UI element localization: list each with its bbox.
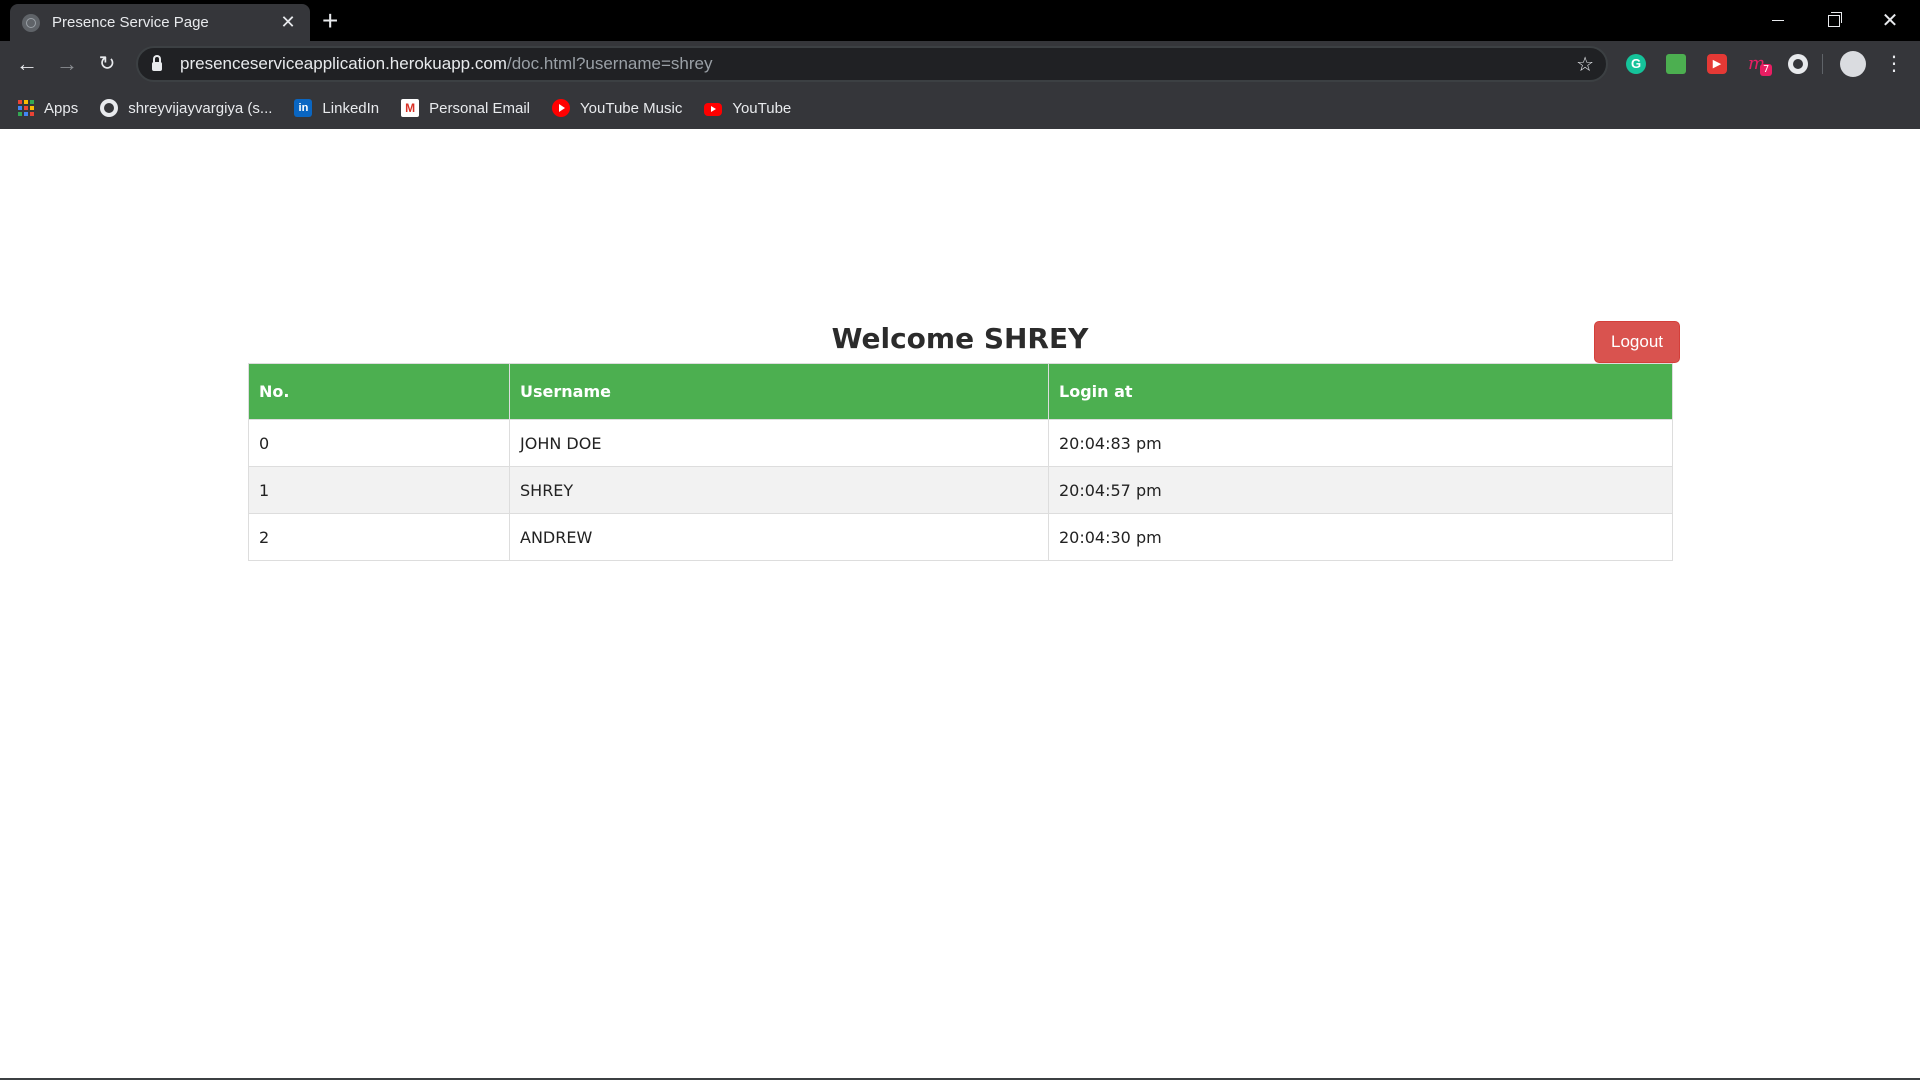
github-icon	[100, 99, 119, 117]
bookmark-label: YouTube Music	[580, 99, 683, 117]
forward-arrow-icon[interactable]: →	[52, 49, 82, 79]
globe-icon	[22, 13, 40, 32]
window-restore-button[interactable]	[1806, 0, 1862, 41]
red-extension-icon[interactable]: ▶	[1707, 54, 1727, 74]
table-row: 0 JOHN DOE 20:04:83 pm	[248, 419, 1673, 467]
cell-login-at: 20:04:83 pm	[1048, 419, 1673, 467]
table-header-row: No. Username Login at	[248, 363, 1673, 420]
bookmark-label: LinkedIn	[322, 99, 380, 117]
bookmark-apps[interactable]: Apps	[18, 100, 78, 117]
bookmark-github[interactable]: shreyvijayvargiya (s...	[100, 99, 272, 117]
url-path: /doc.html?username=shrey	[506, 54, 713, 73]
logout-button[interactable]: Logout	[1594, 321, 1680, 363]
back-arrow-icon[interactable]: ←	[12, 49, 42, 79]
bookmark-personal-email[interactable]: M Personal Email	[401, 99, 530, 117]
extension-badge: 7	[1760, 64, 1773, 76]
lock-icon[interactable]	[152, 55, 162, 71]
column-header-no: No.	[248, 363, 510, 420]
tab-title: Presence Service Page	[52, 14, 209, 31]
circle-extension-icon[interactable]	[1788, 54, 1808, 74]
linkedin-icon: in	[294, 99, 313, 117]
page-content: Welcome SHREY Logout No. Username Login …	[0, 129, 1920, 1080]
gmail-icon: M	[401, 99, 420, 117]
table-row: 1 SHREY 20:04:57 pm	[248, 466, 1673, 514]
page-title: Welcome SHREY	[831, 322, 1089, 355]
tab-close-icon[interactable]: ✕	[278, 12, 298, 33]
cell-no: 0	[248, 419, 510, 467]
bookmark-label: Personal Email	[429, 99, 531, 117]
mail-extension-icon[interactable]	[1666, 54, 1686, 74]
toolbar-divider	[1822, 54, 1823, 74]
restore-icon	[1828, 11, 1842, 27]
cell-username: ANDREW	[509, 513, 1049, 561]
tab-strip: Presence Service Page ✕ + ✕	[0, 0, 1920, 41]
bookmark-youtube[interactable]: YouTube	[704, 100, 791, 117]
profile-avatar[interactable]	[1840, 51, 1866, 77]
bookmark-label: YouTube	[732, 99, 792, 117]
cell-login-at: 20:04:57 pm	[1048, 466, 1673, 514]
minimize-icon	[1772, 20, 1784, 21]
presence-table: No. Username Login at 0 JOHN DOE 20:04:8…	[248, 363, 1673, 561]
cell-username: JOHN DOE	[509, 419, 1049, 467]
cell-login-at: 20:04:30 pm	[1048, 513, 1673, 561]
url-host: presenceserviceapplication.herokuapp.com	[180, 54, 507, 73]
reload-icon[interactable]: ↻	[92, 49, 122, 79]
address-bar[interactable]: presenceserviceapplication.herokuapp.com…	[136, 46, 1608, 82]
grammarly-extension-icon[interactable]: G	[1626, 54, 1646, 74]
column-header-username: Username	[509, 363, 1049, 420]
cell-username: SHREY	[509, 466, 1049, 514]
youtube-icon	[704, 102, 723, 116]
window-minimize-button[interactable]	[1750, 0, 1806, 41]
cell-no: 1	[248, 466, 510, 514]
bookmark-star-icon[interactable]: ☆	[1576, 52, 1594, 77]
cell-no: 2	[248, 513, 510, 561]
browser-toolbar: ← → ↻ presenceserviceapplication.herokua…	[0, 41, 1920, 87]
new-tab-button[interactable]: +	[322, 6, 338, 36]
table-row: 2 ANDREW 20:04:30 pm	[248, 513, 1673, 561]
browser-tab[interactable]: Presence Service Page ✕	[10, 4, 310, 41]
bookmark-youtube-music[interactable]: YouTube Music	[552, 99, 682, 117]
apps-grid-icon	[18, 100, 34, 116]
m-extension-icon[interactable]: m7	[1748, 54, 1773, 76]
bookmark-linkedin[interactable]: in LinkedIn	[294, 99, 379, 117]
youtube-music-icon	[552, 99, 571, 117]
bookmarks-bar: Apps shreyvijayvargiya (s... in LinkedIn…	[0, 87, 1920, 129]
column-header-login-at: Login at	[1048, 363, 1673, 420]
window-close-button[interactable]: ✕	[1862, 0, 1918, 41]
bookmark-label: Apps	[44, 99, 79, 117]
menu-kebab-icon[interactable]: ⋮	[1884, 49, 1904, 79]
browser-chrome: Presence Service Page ✕ + ✕ ← → ↻ presen…	[0, 0, 1920, 129]
bookmark-label: shreyvijayvargiya (s...	[128, 99, 273, 117]
